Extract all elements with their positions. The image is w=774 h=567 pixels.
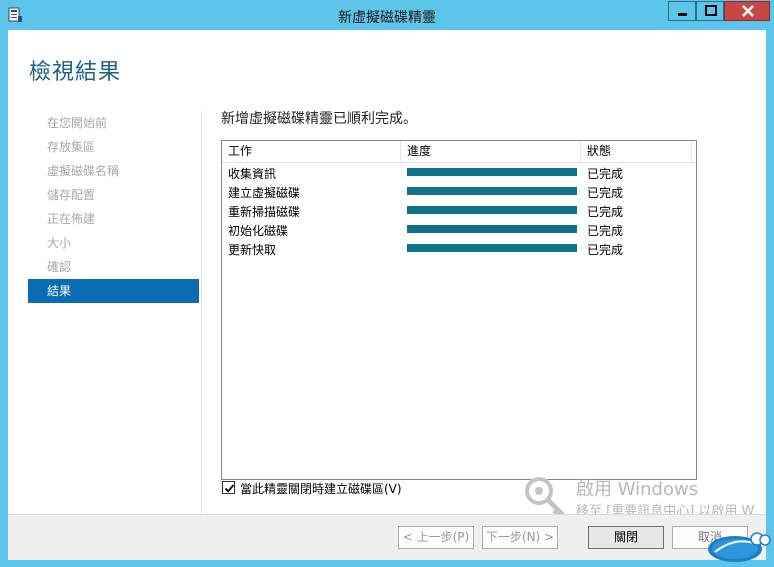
result-message: 新增虛擬磁碟精靈已順利完成。 (221, 111, 417, 127)
table-header: 工作 進度 狀態 (222, 141, 696, 163)
nav-step-storage-pool: 存放集區 (47, 140, 96, 154)
watermark-title: 啟用 Windows (576, 479, 699, 500)
task-cell: 更新快取 (228, 243, 277, 257)
minimize-icon (678, 13, 687, 16)
page-title: 檢視結果 (29, 60, 122, 85)
progress-bar (407, 168, 577, 176)
task-cell: 建立虛擬磁碟 (228, 186, 301, 200)
progress-bar (407, 225, 577, 233)
window-title: 新虛擬磁碟精靈 (338, 10, 436, 26)
table-row[interactable]: 收集資訊 已完成 (222, 163, 696, 182)
nav-step-results: 結果 (28, 279, 199, 303)
minimize-button[interactable] (668, 1, 696, 21)
maximize-icon (705, 5, 717, 16)
close-wizard-button[interactable]: 關閉 (588, 526, 664, 549)
create-volume-label[interactable]: 當此精靈關閉時建立磁碟區(V) (240, 480, 402, 497)
status-cell: 已完成 (587, 205, 624, 219)
task-cell: 重新掃描磁碟 (228, 205, 301, 219)
progress-bar (407, 187, 577, 195)
task-cell: 初始化磁碟 (228, 224, 289, 238)
progress-fill (407, 225, 577, 233)
results-table[interactable]: 工作 進度 狀態 收集資訊 已完成 建立虛擬磁碟 已完成 重新掃描磁碟 已完成 … (221, 140, 697, 480)
nav-step-provisioning: 正在佈建 (47, 212, 96, 226)
status-cell: 已完成 (587, 243, 624, 257)
button-bar: < 上一步(P) 下一步(N) > 關閉 取消 (8, 514, 766, 560)
wizard-steps: 在您開始前 存放集區 虛擬磁碟名稱 儲存配置 正在佈建 大小 確認 結果 (28, 111, 199, 303)
close-icon (742, 5, 754, 17)
checkbox-box[interactable] (222, 481, 235, 494)
progress-bar (407, 206, 577, 214)
nav-step-before-you-begin: 在您開始前 (47, 116, 108, 130)
status-cell: 已完成 (587, 186, 624, 200)
checkmark-icon (224, 484, 235, 493)
column-header-task[interactable]: 工作 (222, 141, 401, 162)
next-button[interactable]: 下一步(N) > (482, 526, 558, 549)
title-bar[interactable]: 新虛擬磁碟精靈 (0, 0, 774, 30)
nav-step-confirmation: 確認 (47, 260, 72, 274)
nav-step-size: 大小 (47, 236, 72, 250)
column-header-progress[interactable]: 進度 (401, 141, 581, 162)
progress-bar (407, 244, 577, 252)
nav-step-virtual-disk-name: 虛擬磁碟名稱 (47, 164, 120, 178)
progress-fill (407, 206, 577, 214)
status-cell: 已完成 (587, 224, 624, 238)
table-row[interactable]: 建立虛擬磁碟 已完成 (222, 182, 696, 201)
previous-button[interactable]: < 上一步(P) (398, 526, 474, 549)
table-row[interactable]: 初始化磁碟 已完成 (222, 220, 696, 239)
nav-step-storage-layout: 儲存配置 (47, 188, 96, 202)
column-header-status[interactable]: 狀態 (581, 141, 692, 162)
progress-fill (407, 244, 577, 252)
wizard-body: 檢視結果 在您開始前 存放集區 虛擬磁碟名稱 儲存配置 正在佈建 大小 確認 結… (8, 30, 766, 560)
nav-divider (201, 110, 202, 514)
status-cell: 已完成 (587, 167, 624, 181)
progress-fill (407, 187, 577, 195)
progress-fill (407, 168, 577, 176)
close-button[interactable] (724, 1, 770, 21)
table-row[interactable]: 重新掃描磁碟 已完成 (222, 201, 696, 220)
site-logo-badge (708, 532, 771, 562)
table-row[interactable]: 更新快取 已完成 (222, 239, 696, 258)
maximize-button[interactable] (696, 1, 724, 21)
task-cell: 收集資訊 (228, 167, 277, 181)
